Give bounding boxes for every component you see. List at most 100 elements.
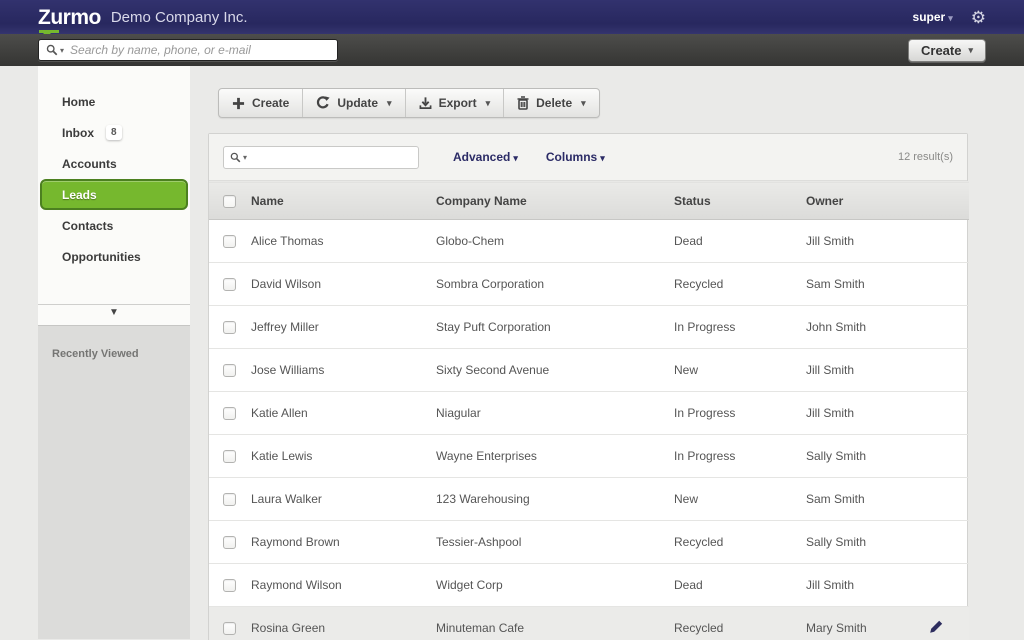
sidebar-item-opportunities[interactable]: Opportunities	[38, 241, 190, 272]
advanced-search-link[interactable]: Advanced▾	[453, 150, 518, 164]
row-name[interactable]: Rosina Green	[251, 607, 436, 640]
row-owner: Jill Smith	[806, 349, 929, 392]
mass-action-toolbar: Create Update ▾ Export ▾	[218, 88, 600, 118]
row-checkbox[interactable]	[223, 364, 236, 377]
row-owner: Jill Smith	[806, 220, 929, 263]
row-checkbox[interactable]	[223, 278, 236, 291]
sidebar: Home Inbox 8 Accounts Leads Contacts Opp…	[38, 66, 190, 640]
create-global-button[interactable]: Create ▾	[908, 39, 986, 62]
search-scope-caret-icon[interactable]: ▾	[60, 46, 64, 55]
global-search-input[interactable]	[70, 43, 330, 57]
row-checkbox[interactable]	[223, 450, 236, 463]
inbox-badge: 8	[106, 125, 122, 140]
column-header-name[interactable]: Name	[251, 182, 436, 220]
columns-link[interactable]: Columns▾	[546, 150, 605, 164]
row-status: In Progress	[674, 392, 806, 435]
row-owner: Jill Smith	[806, 564, 929, 607]
row-name[interactable]: David Wilson	[251, 263, 436, 306]
select-all-checkbox[interactable]	[223, 195, 236, 208]
row-company: Widget Corp	[436, 564, 674, 607]
refresh-icon	[316, 96, 330, 110]
search-scope-caret-icon[interactable]: ▾	[243, 153, 247, 162]
row-name[interactable]: Alice Thomas	[251, 220, 436, 263]
row-checkbox[interactable]	[223, 622, 236, 635]
update-button[interactable]: Update ▾	[303, 89, 405, 117]
table-row[interactable]: Jose Williams Sixty Second Avenue New Ji…	[209, 349, 969, 392]
table-row[interactable]: Rosina Green Minuteman Cafe Recycled Mar…	[209, 607, 969, 640]
row-owner: Sam Smith	[806, 478, 929, 521]
export-button-label: Export	[439, 96, 477, 110]
result-count: 12 result(s)	[898, 151, 953, 163]
delete-button-label: Delete	[536, 96, 572, 110]
row-status: Recycled	[674, 521, 806, 564]
row-checkbox[interactable]	[223, 235, 236, 248]
row-status: New	[674, 478, 806, 521]
user-menu[interactable]: super▾	[913, 10, 953, 24]
sidebar-item-home[interactable]: Home	[38, 86, 190, 117]
recently-viewed-panel: Recently Viewed	[38, 325, 190, 639]
row-name[interactable]: Katie Lewis	[251, 435, 436, 478]
export-button[interactable]: Export ▾	[406, 89, 505, 117]
chevron-down-icon: ▾	[486, 98, 491, 109]
row-checkbox[interactable]	[223, 493, 236, 506]
list-search-input[interactable]	[252, 150, 412, 164]
update-button-label: Update	[337, 96, 378, 110]
column-header-company[interactable]: Company Name	[436, 182, 674, 220]
row-name[interactable]: Katie Allen	[251, 392, 436, 435]
row-checkbox[interactable]	[223, 321, 236, 334]
create-global-label: Create	[921, 43, 961, 58]
table-row[interactable]: Jeffrey Miller Stay Puft Corporation In …	[209, 306, 969, 349]
sidebar-item-accounts[interactable]: Accounts	[38, 148, 190, 179]
sidebar-item-contacts[interactable]: Contacts	[38, 210, 190, 241]
row-company: Tessier-Ashpool	[436, 521, 674, 564]
row-name[interactable]: Jose Williams	[251, 349, 436, 392]
chevron-down-icon: ▾	[513, 153, 518, 163]
table-row[interactable]: David Wilson Sombra Corporation Recycled…	[209, 263, 969, 306]
row-name[interactable]: Laura Walker	[251, 478, 436, 521]
table-row[interactable]: Katie Lewis Wayne Enterprises In Progres…	[209, 435, 969, 478]
table-header-row: Name Company Name Status Owner	[209, 182, 969, 220]
row-name[interactable]: Jeffrey Miller	[251, 306, 436, 349]
row-name[interactable]: Raymond Wilson	[251, 564, 436, 607]
table-row[interactable]: Laura Walker 123 Warehousing New Sam Smi…	[209, 478, 969, 521]
sidebar-nav: Home Inbox 8 Accounts Leads Contacts Opp…	[38, 66, 190, 305]
sidebar-item-leads[interactable]: Leads	[40, 179, 188, 210]
logo-green-mark-icon	[39, 30, 59, 33]
row-company: Sixty Second Avenue	[436, 349, 674, 392]
row-company: Wayne Enterprises	[436, 435, 674, 478]
zurmo-logo[interactable]: Zurmo	[38, 7, 101, 28]
table-row[interactable]: Raymond Wilson Widget Corp Dead Jill Smi…	[209, 564, 969, 607]
topbar-right: super▾ ⚙	[913, 0, 986, 34]
edit-pencil-icon[interactable]	[929, 620, 943, 634]
row-status: Dead	[674, 564, 806, 607]
row-checkbox[interactable]	[223, 536, 236, 549]
table-body: Alice Thomas Globo-Chem Dead Jill Smith …	[209, 220, 969, 640]
column-header-status[interactable]: Status	[674, 182, 806, 220]
list-search-box[interactable]: ▾	[223, 146, 419, 169]
row-owner: Jill Smith	[806, 392, 929, 435]
user-name: super	[913, 10, 946, 24]
row-checkbox[interactable]	[223, 579, 236, 592]
create-button[interactable]: Create	[219, 89, 303, 117]
sidebar-collapse-icon[interactable]: ▼	[38, 305, 190, 325]
chevron-down-icon: ▾	[968, 45, 973, 56]
column-header-owner[interactable]: Owner	[806, 182, 929, 220]
table-row[interactable]: Katie Allen Niagular In Progress Jill Sm…	[209, 392, 969, 435]
recently-viewed-label: Recently Viewed	[52, 348, 190, 360]
top-navbar: Zurmo Demo Company Inc. super▾ ⚙	[0, 0, 1024, 34]
chevron-down-icon: ▾	[600, 153, 605, 163]
table-row[interactable]: Alice Thomas Globo-Chem Dead Jill Smith	[209, 220, 969, 263]
sidebar-item-label: Inbox	[62, 126, 94, 140]
chevron-down-icon: ▾	[387, 98, 392, 109]
chevron-down-icon: ▾	[581, 98, 586, 109]
row-checkbox[interactable]	[223, 407, 236, 420]
row-company: Minuteman Cafe	[436, 607, 674, 640]
sidebar-item-label: Contacts	[62, 219, 113, 233]
gear-icon[interactable]: ⚙	[971, 9, 986, 26]
delete-button[interactable]: Delete ▾	[504, 89, 599, 117]
global-search-box[interactable]: ▾	[38, 39, 338, 61]
table-row[interactable]: Raymond Brown Tessier-Ashpool Recycled S…	[209, 521, 969, 564]
sidebar-item-inbox[interactable]: Inbox 8	[38, 117, 190, 148]
row-name[interactable]: Raymond Brown	[251, 521, 436, 564]
zurmo-app: { "topbar": { "logo": "Zurmo", "company"…	[0, 0, 1024, 640]
